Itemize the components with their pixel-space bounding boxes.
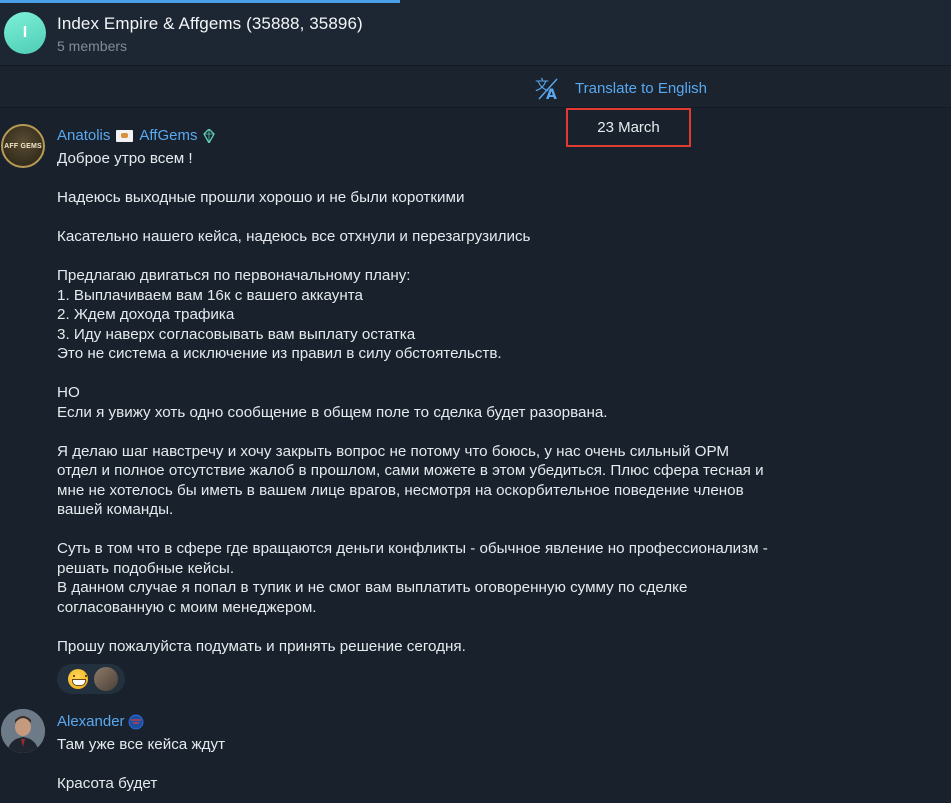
message-text: Там уже все кейса ждут Красота будет	[57, 736, 226, 792]
person-photo-icon	[1, 709, 45, 753]
translate-label: Translate to English	[575, 79, 708, 97]
translate-button[interactable]: 文 A Translate to English	[535, 75, 707, 101]
sender-avatar-alexander[interactable]	[1, 709, 45, 753]
reaction-user-avatar	[94, 667, 118, 691]
group-avatar-letter: I	[22, 24, 28, 41]
date-divider: 23 March	[566, 108, 691, 147]
loading-progress-line	[0, 0, 400, 3]
grinning-face-icon	[68, 669, 88, 689]
cyprus-flag-icon	[116, 129, 134, 142]
message-sender[interactable]: Anatolis AffGems	[57, 127, 216, 144]
avatar-logo-text: AFF GEMS	[4, 142, 42, 150]
message-reactions[interactable]	[57, 664, 125, 694]
sender-name-extra: AffGems	[139, 127, 198, 144]
gem-icon	[203, 128, 216, 143]
sender-name: Alexander	[57, 713, 125, 730]
flag-badge-icon	[128, 714, 144, 729]
chat-header: I Index Empire & Affgems (35888, 35896) …	[0, 0, 951, 66]
message-sender[interactable]: Alexander	[57, 713, 145, 730]
sender-avatar-anatolis[interactable]: AFF GEMS	[1, 124, 45, 168]
member-count[interactable]: 5 members	[57, 38, 127, 54]
sender-name: Anatolis	[57, 127, 111, 144]
message-text: Доброе утро всем ! Надеюсь выходные прош…	[57, 150, 768, 655]
translate-bar: 文 A Translate to English	[0, 66, 951, 108]
chat-title[interactable]: Index Empire & Affgems (35888, 35896)	[57, 14, 363, 34]
group-avatar[interactable]: I	[4, 12, 46, 54]
date-label: 23 March	[597, 119, 660, 136]
translate-icon: 文 A	[535, 78, 558, 101]
